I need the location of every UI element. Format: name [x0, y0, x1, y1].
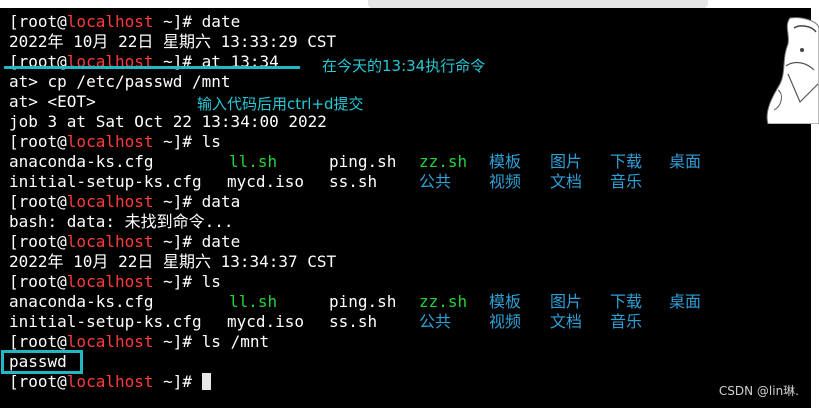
ls-output-row: anaconda-ks.cfg ll.sh ping.sh zz.sh 模板 图… [9, 292, 789, 312]
sticker-doodle-icon [766, 17, 819, 124]
directory-entry: 下载 [610, 152, 643, 171]
directory-entry: 公共 [419, 312, 452, 331]
file-entry: mycd.iso [227, 312, 305, 331]
directory-entry: 公共 [419, 172, 452, 191]
prompt-host: localhost [66, 332, 154, 351]
annotation-note-submit: 输入代码后用ctrl+d提交 [197, 95, 364, 113]
file-entry: ss.sh [329, 312, 378, 331]
terminal-output-at-cp: at> cp /etc/passwd /mnt [9, 72, 231, 91]
directory-entry: 桌面 [669, 292, 702, 311]
file-entry: ping.sh [329, 292, 397, 311]
command-text: # [182, 372, 202, 391]
terminal-line-prompt-ls-mnt: [root@localhost ~]# ls /mnt [9, 332, 269, 352]
ls-output-row: initial-setup-ks.cfg mycd.iso ss.sh 公共 视… [9, 312, 789, 332]
prompt-open: [root@ [9, 372, 67, 391]
terminal-cursor [201, 373, 211, 390]
terminal-output-date: 2022年 10月 22日 星期六 13:33:29 CST [9, 32, 337, 51]
prompt-mid: ~] [153, 192, 183, 211]
directory-entry: 文档 [550, 312, 583, 331]
prompt-open: [root@ [9, 232, 67, 251]
file-entry: initial-setup-ks.cfg [9, 172, 202, 191]
directory-entry: 视频 [489, 312, 522, 331]
prompt-mid: ~] [153, 132, 183, 151]
prompt-host: localhost [66, 272, 154, 291]
terminal-line-prompt-data: [root@localhost ~]# data [9, 192, 240, 212]
file-entry-exec: zz.sh [419, 292, 468, 311]
prompt-mid: ~] [153, 12, 183, 31]
command-text: # date [182, 232, 241, 251]
directory-entry: 音乐 [610, 172, 643, 191]
terminal-line-prompt-ls: [root@localhost ~]# ls [9, 272, 221, 292]
prompt-host: localhost [66, 192, 154, 211]
directory-entry: 模板 [489, 292, 522, 311]
command-text: # ls /mnt [182, 332, 270, 351]
terminal-output-date: 2022年 10月 22日 星期六 13:34:37 CST [9, 252, 337, 271]
terminal-output-at-eot: at> <EOT> [9, 92, 96, 111]
terminal-output-job: job 3 at Sat Oct 22 13:34:00 2022 [9, 112, 327, 131]
command-text: # data [182, 192, 241, 211]
ls-output-row: anaconda-ks.cfg ll.sh ping.sh zz.sh 模板 图… [9, 152, 789, 172]
terminal-output-error: bash: data: 未找到命令... [9, 212, 234, 231]
file-entry: ping.sh [329, 152, 397, 171]
prompt-host: localhost [66, 12, 154, 31]
command-text: # ls [182, 272, 221, 291]
prompt-mid: ~] [153, 372, 183, 391]
file-entry: anaconda-ks.cfg [9, 152, 154, 171]
browser-tab-shade [368, 0, 708, 8]
prompt-host: localhost [66, 132, 154, 151]
prompt-mid: ~] [153, 232, 183, 251]
directory-entry: 视频 [489, 172, 522, 191]
command-text: # date [182, 12, 241, 31]
prompt-mid: ~] [153, 332, 183, 351]
terminal-line-prompt-current[interactable]: [root@localhost ~]# [9, 372, 211, 392]
prompt-host: localhost [66, 372, 154, 391]
prompt-open: [root@ [9, 192, 67, 211]
annotation-note-schedule: 在今天的13:34执行命令 [322, 57, 486, 75]
file-entry-exec: ll.sh [229, 292, 278, 311]
terminal-line-prompt-date: [root@localhost ~]# date [9, 232, 240, 252]
directory-entry: 图片 [550, 152, 583, 171]
directory-entry: 下载 [610, 292, 643, 311]
file-entry: ss.sh [329, 172, 378, 191]
command-text: # ls [182, 132, 221, 151]
watermark: CSDN @lin琳. [718, 384, 799, 398]
terminal-line-prompt-date: [root@localhost ~]# date [9, 12, 240, 32]
prompt-open: [root@ [9, 12, 67, 31]
file-entry: initial-setup-ks.cfg [9, 312, 202, 331]
directory-entry: 文档 [550, 172, 583, 191]
annotation-highlight-box [1, 350, 83, 374]
top-window-strip [0, 0, 819, 8]
file-entry-exec: zz.sh [419, 152, 468, 171]
prompt-mid: ~] [153, 272, 183, 291]
file-entry: mycd.iso [227, 172, 305, 191]
directory-entry: 音乐 [610, 312, 643, 331]
prompt-open: [root@ [9, 132, 67, 151]
directory-entry: 桌面 [669, 152, 702, 171]
terminal-line-prompt-at: [root@localhost ~]# at 13:34 [9, 52, 279, 72]
terminal-line-prompt-ls: [root@localhost ~]# ls [9, 132, 221, 152]
prompt-host: localhost [66, 232, 154, 251]
ls-output-row: initial-setup-ks.cfg mycd.iso ss.sh 公共 视… [9, 172, 789, 192]
directory-entry: 图片 [550, 292, 583, 311]
file-entry: anaconda-ks.cfg [9, 292, 154, 311]
prompt-open: [root@ [9, 332, 67, 351]
prompt-open: [root@ [9, 272, 67, 291]
directory-entry: 模板 [489, 152, 522, 171]
file-entry-exec: ll.sh [229, 152, 278, 171]
annotation-underline [4, 66, 300, 69]
